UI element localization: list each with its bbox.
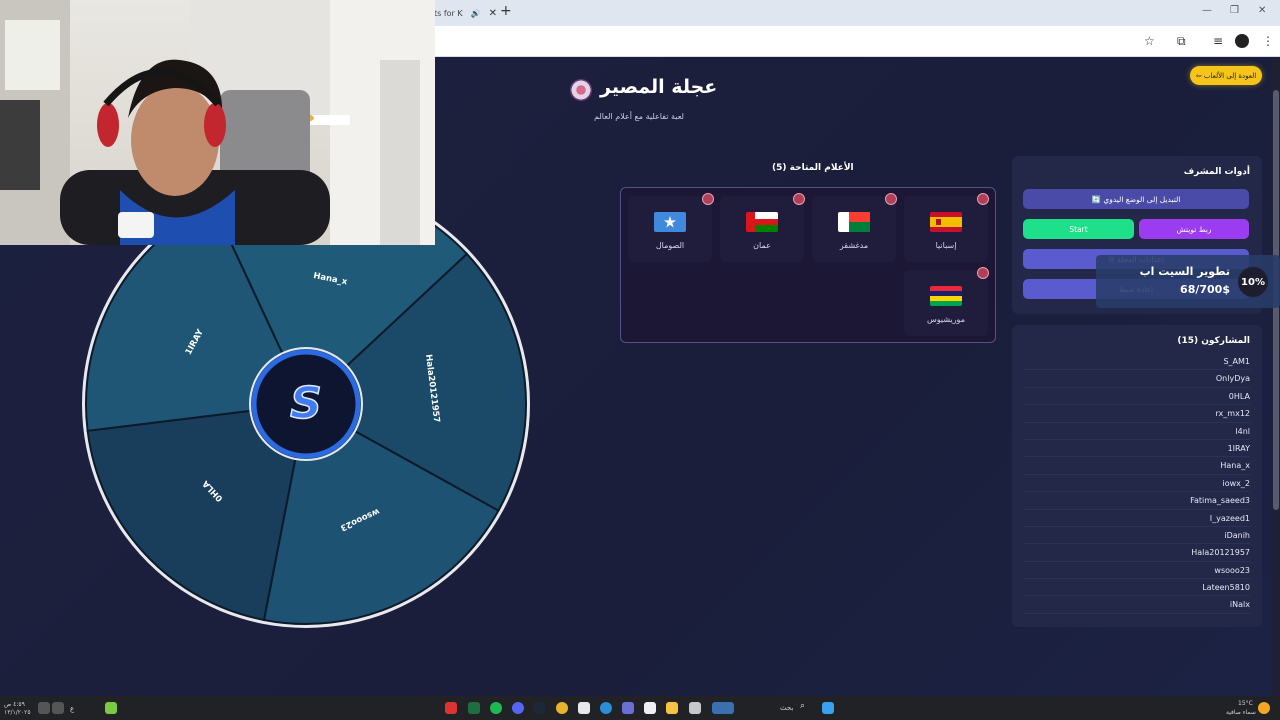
participants-panel: المشاركون (15) S_AM1 OnlyDya 0HLA rx_mx12 l4… [1012,325,1262,627]
mauritius-flag-icon [930,286,962,306]
participant-row: 1IRAY [1024,440,1250,458]
remove-flag-button[interactable] [977,267,989,279]
chrome-icon[interactable] [556,702,568,714]
start-button[interactable]: Start [1023,219,1134,239]
madagascar-flag-icon [838,212,870,232]
discord-icon[interactable] [512,702,524,714]
spain-flag-icon [930,212,962,232]
participant-row: l4nl [1024,423,1250,440]
browser-tab[interactable]: ts for K 🔊 ✕ [434,4,497,22]
window-close-icon[interactable]: ✕ [1258,5,1266,16]
file-explorer-icon[interactable] [666,702,678,714]
flag-card-mauritius[interactable]: موريشيوس [904,270,988,336]
steam-icon[interactable] [533,702,545,714]
capcut-icon[interactable] [578,702,590,714]
flag-card-spain[interactable]: إسبانيا [904,196,988,262]
flag-label: إسبانيا [935,241,957,250]
flag-card-oman[interactable]: عمان [720,196,804,262]
remove-flag-button[interactable] [977,193,989,205]
clock-time: ٤:٥٩ ص [4,701,25,708]
wheel-graphic: Hana_xHala20121957wsooo230HLA1IRAYS [82,180,530,628]
task-view-icon[interactable] [689,702,701,714]
weather-sun-icon [1258,702,1270,714]
participant-row: S_AM1 [1024,353,1250,371]
participant-row: I_yazeed1 [1024,510,1250,527]
excel-icon[interactable] [468,702,480,714]
taskbar-search-label[interactable]: بحث [780,704,793,712]
participant-row: wsooo23 [1024,562,1250,580]
flag-label: موريشيوس [927,315,965,324]
participants-list: S_AM1 OnlyDya 0HLA rx_mx12 l4nl 1IRAY Hana_x io… [1024,353,1250,614]
tab-title: ts for K [434,8,463,18]
flag-label: مدغشقر [839,241,869,250]
minimize-icon[interactable]: — [1202,5,1212,16]
oman-flag-icon [746,212,778,232]
fortune-wheel[interactable]: Hana_x Hala20121957 wsooo23 0HLA 1IRAY S [80,178,532,630]
taskbar [0,696,1280,720]
notification-icon[interactable] [38,702,50,714]
weather-desc: سماء صافية [1226,709,1256,716]
participant-row: iNalx [1024,596,1250,614]
donation-goal-overlay: تطوير السيت اب 68/700$ 10% [1096,255,1280,308]
participant-row: Hala20121957 [1024,544,1250,562]
remove-flag-button[interactable] [702,193,714,205]
page-subtitle: لعبة تفاعلية مع أعلام العالم [594,112,684,121]
goal-title: تطوير السيت اب [1139,265,1230,278]
extensions-icon[interactable]: ⧉ [1177,34,1186,49]
clock-date: ١٣/١/٢٠٢٥ [4,709,31,716]
participant-row: rx_mx12 [1024,405,1250,423]
copilot-icon[interactable] [712,702,734,714]
flags-heading: الأعلام المتاحة (5) [772,163,854,173]
spotify-icon[interactable] [490,702,502,714]
remove-flag-button[interactable] [885,193,897,205]
maximize-icon[interactable]: ❐ [1230,5,1239,16]
taskbar-app-icon[interactable] [445,702,457,714]
calendar-icon[interactable] [644,702,656,714]
vscode-icon[interactable] [622,702,634,714]
participant-row: Lateen5810 [1024,579,1250,597]
language-indicator[interactable]: ع [70,705,74,713]
somalia-flag-icon [654,212,686,232]
search-icon[interactable]: ⌕ [800,701,812,713]
logo-emblem-icon [570,79,592,101]
media-controls-icon[interactable]: ≡ [1213,34,1223,48]
page-title: عجلة المصير [600,76,718,98]
manual-mode-button[interactable]: 🔄 التبديل إلى الوضع اليدوي [1023,189,1249,209]
back-to-games-button[interactable]: ⇦ العودة إلى الألعاب [1190,66,1262,85]
tab-close-icon[interactable]: ✕ [489,8,497,19]
start-icon[interactable] [822,702,834,714]
flag-card-somalia[interactable]: الصومال [628,196,712,262]
flags-panel: إسبانيا مدغشقر عمان الصومال موريشيوس [620,187,996,343]
participants-heading: المشاركون (15) [1177,336,1250,346]
weather-temp: 15°C [1238,700,1253,707]
participant-row: Hana_x [1024,457,1250,475]
wifi-icon[interactable] [52,702,64,714]
menu-kebab-icon[interactable]: ⋮ [1262,34,1274,48]
profile-avatar[interactable] [1235,34,1249,48]
participant-row: OnlyDya [1024,370,1250,388]
goal-percent: 10% [1238,267,1268,297]
admin-tools-heading: أدوات المشرف [1183,167,1250,177]
participant-row: iowx_2 [1024,475,1250,493]
participant-row: Fatima_saeed3 [1024,492,1250,510]
bookmark-star-icon[interactable]: ☆ [1144,34,1155,48]
participant-row: iDanih [1024,527,1250,545]
center-logo-icon: S [290,378,322,429]
new-tab-button[interactable]: + [500,3,512,19]
goal-amount: 68/700$ [1180,283,1230,296]
flag-label: عمان [753,241,771,250]
tray-app-icon[interactable] [105,702,117,714]
participant-row: 0HLA [1024,388,1250,406]
edge-icon[interactable] [600,702,612,714]
speaker-icon: 🔊 [470,8,481,18]
flag-label: الصومال [655,241,685,250]
webcam-image [0,0,435,245]
flag-card-madagascar[interactable]: مدغشقر [812,196,896,262]
remove-flag-button[interactable] [793,193,805,205]
twitch-link-button[interactable]: ربط تويتش [1139,219,1249,239]
webcam-overlay [0,0,435,245]
